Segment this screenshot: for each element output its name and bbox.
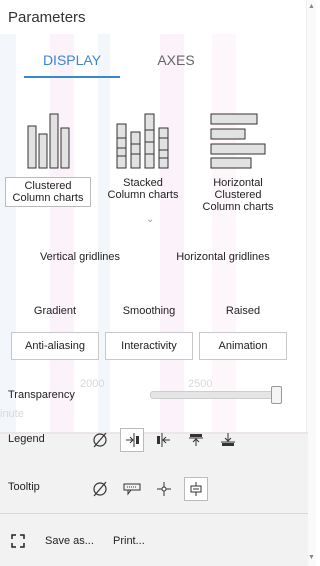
stacked-column-icon: [100, 112, 186, 173]
print-button[interactable]: Print...: [113, 535, 145, 547]
legend-bottom-icon[interactable]: [216, 428, 240, 452]
save-as-button[interactable]: Save as...: [45, 535, 94, 547]
chart-type-horizontal-clustered[interactable]: Horizontal Clustered Column charts: [196, 112, 280, 213]
crosshair-icon[interactable]: [152, 477, 176, 501]
chart-type-stacked-column[interactable]: Stacked Column charts: [100, 112, 186, 201]
tooltip-box-icon[interactable]: [120, 477, 144, 501]
scroll-up-icon[interactable]: ▲: [308, 3, 315, 10]
panel-title: Parameters: [8, 9, 86, 26]
legend-none-icon[interactable]: [88, 428, 112, 452]
background-stripe: [0, 30, 16, 435]
vertical-gridlines-option[interactable]: Vertical gridlines: [20, 251, 140, 263]
legend-right-icon[interactable]: [120, 428, 144, 452]
tooltip-label: Tooltip: [8, 481, 40, 493]
chart-type-clustered-column[interactable]: Clustered Column charts: [4, 112, 92, 207]
chart-type-label: Clustered Column charts: [5, 177, 91, 207]
tab-display[interactable]: DISPLAY: [24, 52, 120, 68]
smoothing-option[interactable]: Smoothing: [106, 305, 192, 317]
anti-aliasing-toggle[interactable]: Anti-aliasing: [11, 332, 99, 360]
background-axis-tick: 2000: [80, 378, 105, 390]
crosshair-box-icon[interactable]: [184, 477, 208, 501]
legend-label: Legend: [8, 433, 45, 445]
background-stripe: [212, 30, 236, 435]
legend-left-icon[interactable]: [152, 428, 176, 452]
transparency-slider[interactable]: [150, 391, 280, 399]
animation-toggle[interactable]: Animation: [199, 332, 287, 360]
transparency-slider-thumb[interactable]: [271, 386, 282, 404]
chart-type-label: Horizontal Clustered Column charts: [202, 177, 274, 213]
background-stripe: [160, 30, 184, 435]
raised-option[interactable]: Raised: [200, 305, 286, 317]
horizontal-column-icon: [196, 112, 280, 173]
chevron-down-icon[interactable]: ⌄: [146, 214, 154, 225]
gradient-option[interactable]: Gradient: [14, 305, 96, 317]
fullscreen-icon[interactable]: [6, 529, 30, 553]
background-stripe: [50, 30, 74, 435]
legend-top-icon[interactable]: [184, 428, 208, 452]
transparency-label: Transparency: [8, 389, 75, 401]
footer-divider: [0, 513, 308, 514]
panel-header: Parameters: [0, 0, 308, 34]
background-stripe: [98, 30, 110, 435]
tooltip-none-icon[interactable]: [88, 477, 112, 501]
scroll-down-icon[interactable]: ▼: [308, 554, 315, 561]
chart-type-label: Stacked Column charts: [107, 177, 179, 201]
active-tab-indicator: [24, 76, 120, 78]
clustered-column-icon: [4, 112, 92, 173]
tab-axes[interactable]: AXES: [128, 52, 224, 68]
horizontal-gridlines-option[interactable]: Horizontal gridlines: [164, 251, 282, 263]
background-axis-label: inute: [0, 408, 24, 420]
background-axis-tick: 2500: [188, 378, 213, 390]
interactivity-toggle[interactable]: Interactivity: [105, 332, 193, 360]
